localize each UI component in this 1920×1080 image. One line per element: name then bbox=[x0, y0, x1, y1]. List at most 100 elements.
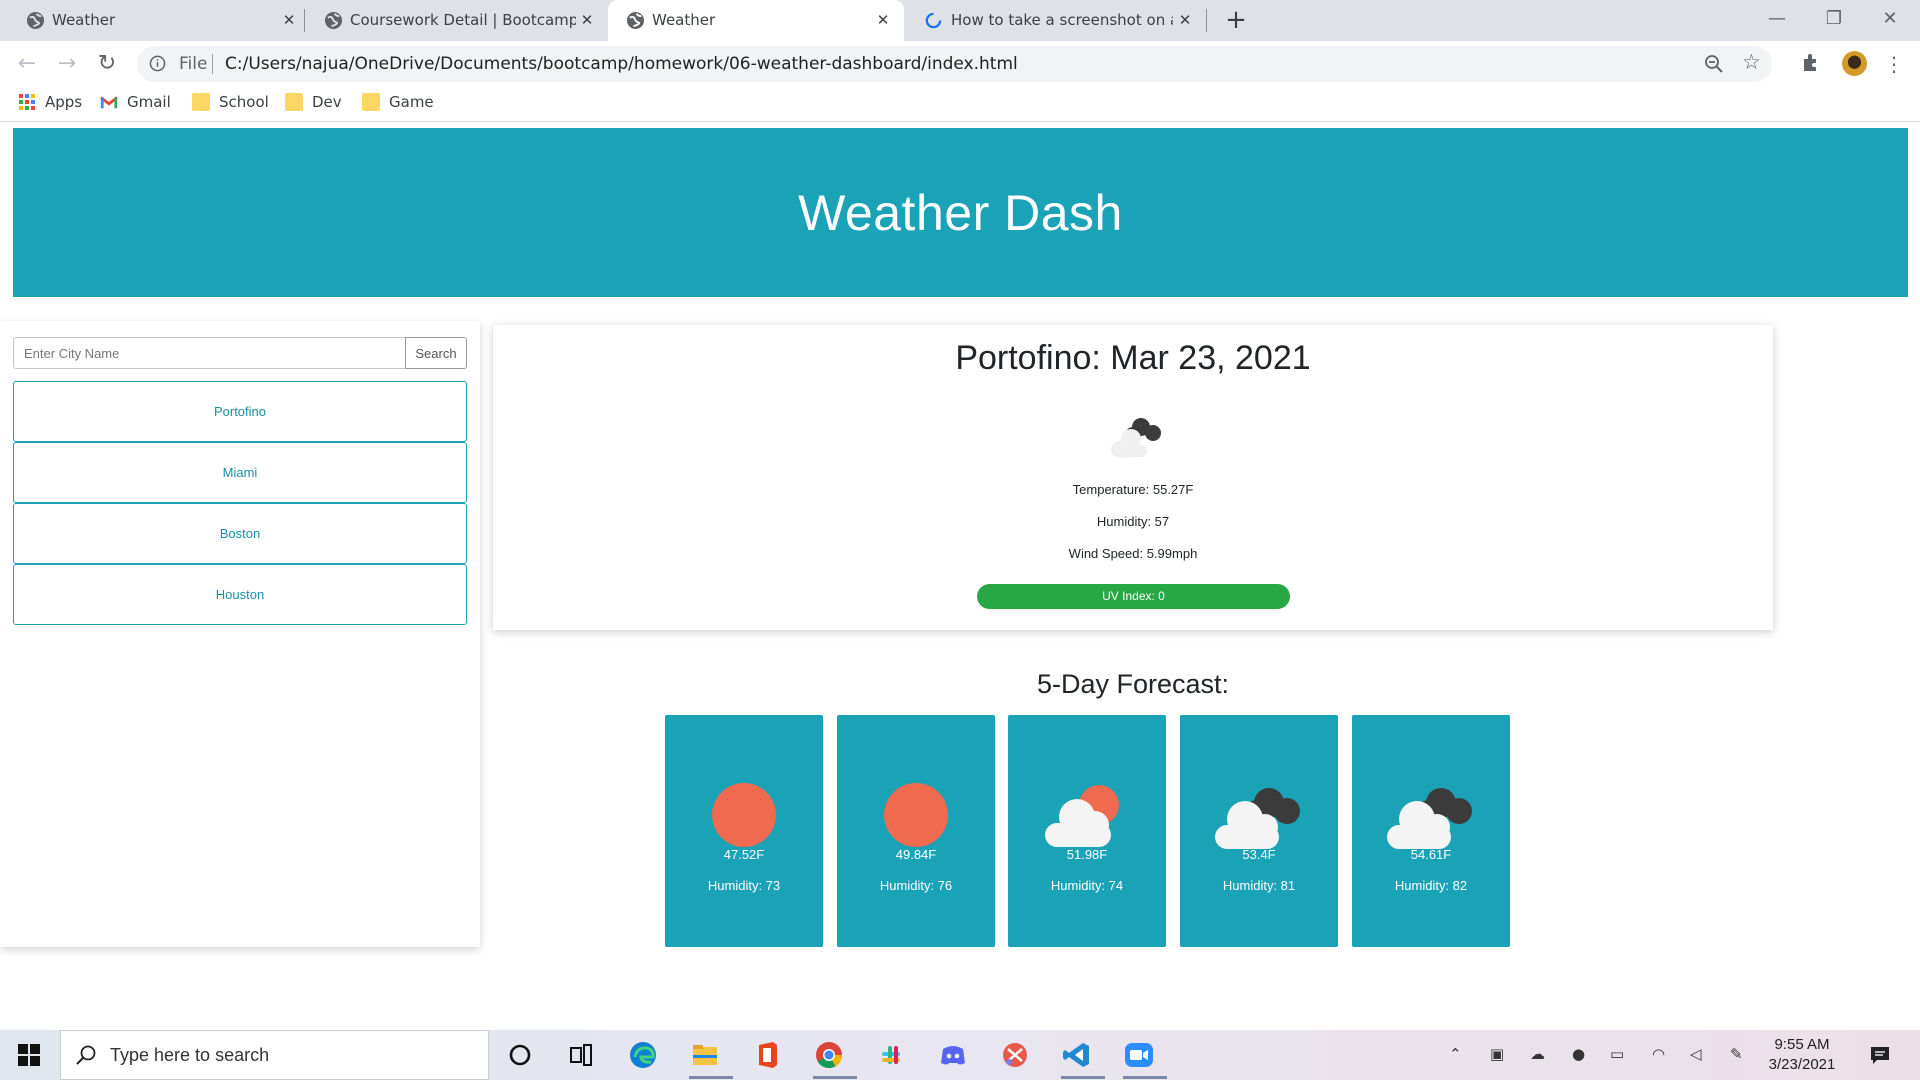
tab-separator bbox=[304, 9, 305, 32]
bookmark-folder-dev[interactable]: Dev bbox=[285, 93, 342, 111]
notifications-icon[interactable] bbox=[1868, 1043, 1892, 1067]
gmail-icon bbox=[100, 96, 118, 109]
edge-icon[interactable] bbox=[627, 1039, 659, 1071]
vscode-icon[interactable] bbox=[1061, 1039, 1093, 1071]
search-button[interactable]: Search bbox=[405, 337, 467, 369]
globe-icon bbox=[324, 11, 343, 30]
close-tab-icon[interactable]: ✕ bbox=[872, 9, 894, 31]
bookmarks-bar: Apps Gmail School Dev Game bbox=[0, 87, 1920, 122]
tab-weather-1[interactable]: Weather ✕ bbox=[8, 0, 305, 41]
forecast-temp: 49.84F bbox=[895, 847, 937, 862]
tab-title: Weather bbox=[652, 11, 716, 29]
partly-cloudy-icon bbox=[1045, 785, 1119, 847]
clock-time: 9:55 AM bbox=[1774, 1036, 1830, 1053]
forecast-temp: 53.4F bbox=[1242, 847, 1276, 862]
slack-icon[interactable] bbox=[875, 1039, 907, 1071]
scheme-label: File bbox=[179, 54, 208, 74]
bookmark-apps[interactable]: Apps bbox=[18, 93, 82, 111]
forward-icon[interactable]: → bbox=[52, 49, 82, 79]
tab-weather-active[interactable]: Weather ✕ bbox=[608, 0, 904, 41]
discord-icon[interactable] bbox=[937, 1039, 969, 1071]
bookmark-label: Dev bbox=[312, 93, 342, 111]
city-search-input[interactable] bbox=[13, 337, 406, 369]
cortana-icon[interactable] bbox=[504, 1039, 536, 1071]
browser-toolbar: ← → ↻ File C:/Users/najua/OneDrive/Docum… bbox=[0, 41, 1920, 87]
tab-title: How to take a screenshot on any bbox=[951, 11, 1173, 29]
restore-icon[interactable]: ❐ bbox=[1814, 4, 1854, 34]
forecast-card-4: 53.4F Humidity: 81 bbox=[1180, 715, 1338, 947]
folder-icon bbox=[285, 93, 303, 111]
current-wind-speed: Wind Speed: 5.99mph bbox=[1068, 546, 1198, 561]
windows-start-icon[interactable] bbox=[18, 1044, 40, 1066]
cloudy-icon bbox=[1387, 788, 1472, 849]
forecast-card-3: 51.98F Humidity: 74 bbox=[1008, 715, 1166, 947]
bookmark-folder-game[interactable]: Game bbox=[362, 93, 434, 111]
close-window-icon[interactable]: ✕ bbox=[1870, 4, 1910, 34]
more-menu-icon[interactable]: ⋮ bbox=[1884, 52, 1904, 76]
url-text[interactable]: C:/Users/najua/OneDrive/Documents/bootca… bbox=[225, 54, 1018, 74]
back-icon[interactable]: ← bbox=[12, 49, 42, 79]
tray-battery-icon[interactable]: ▭ bbox=[1610, 1045, 1624, 1063]
close-tab-icon[interactable]: ✕ bbox=[278, 9, 300, 31]
tray-camera-icon[interactable]: ▣ bbox=[1490, 1045, 1504, 1063]
reload-icon[interactable]: ↻ bbox=[92, 49, 122, 79]
zoom-icon[interactable] bbox=[1123, 1039, 1155, 1071]
globe-icon bbox=[626, 11, 645, 30]
forecast-temp: 47.52F bbox=[723, 847, 765, 862]
close-tab-icon[interactable]: ✕ bbox=[1174, 9, 1196, 31]
page-viewport: Weather Dash Search Portofino Miami Bost… bbox=[0, 128, 1920, 1028]
forecast-humidity: Humidity: 81 bbox=[1222, 878, 1296, 893]
search-sidebar: Search Portofino Miami Boston Houston bbox=[0, 321, 480, 947]
sun-icon bbox=[712, 783, 776, 847]
tab-title: Coursework Detail | Bootcamp Sp bbox=[350, 11, 576, 29]
tab-coursework[interactable]: Coursework Detail | Bootcamp Sp ✕ bbox=[306, 0, 602, 41]
forecast-card-2: 49.84F Humidity: 76 bbox=[837, 715, 995, 947]
tray-pen-icon[interactable]: ✎ bbox=[1730, 1045, 1743, 1063]
forecast-temp: 54.61F bbox=[1410, 847, 1452, 862]
chrome-icon[interactable] bbox=[813, 1039, 845, 1071]
snip-icon[interactable] bbox=[999, 1039, 1031, 1071]
address-bar[interactable]: File C:/Users/najua/OneDrive/Documents/b… bbox=[137, 46, 1772, 82]
page-title: Weather Dash bbox=[798, 185, 1123, 241]
current-weather-card: Portofino: Mar 23, 2021 Temperature: 55.… bbox=[493, 325, 1773, 630]
running-indicator bbox=[1061, 1076, 1105, 1079]
folder-icon bbox=[192, 93, 210, 111]
current-temperature: Temperature: 55.27F bbox=[1072, 482, 1194, 497]
bookmark-star-icon[interactable]: ☆ bbox=[1742, 50, 1761, 74]
minimize-icon[interactable]: — bbox=[1757, 4, 1797, 34]
taskbar-search-placeholder: Type here to search bbox=[110, 1045, 270, 1065]
running-indicator bbox=[689, 1076, 733, 1079]
history-city-houston[interactable]: Houston bbox=[13, 564, 467, 625]
tray-volume-icon[interactable]: ◁ bbox=[1690, 1045, 1702, 1063]
bookmark-gmail[interactable]: Gmail bbox=[100, 93, 171, 111]
office-icon[interactable] bbox=[751, 1039, 783, 1071]
taskbar-search-box[interactable]: Type here to search bbox=[60, 1030, 489, 1080]
cloudy-icon bbox=[1111, 418, 1161, 458]
extensions-puzzle-icon[interactable] bbox=[1800, 51, 1822, 73]
tab-strip: Weather ✕ Coursework Detail | Bootcamp S… bbox=[0, 0, 1920, 41]
forecast-heading: 5-Day Forecast: bbox=[1036, 669, 1230, 699]
tray-onedrive-icon[interactable]: ☁ bbox=[1530, 1045, 1545, 1063]
info-icon[interactable] bbox=[149, 55, 166, 72]
file-explorer-icon[interactable] bbox=[689, 1039, 721, 1071]
new-tab-button[interactable]: + bbox=[1221, 6, 1251, 36]
tray-microphone-icon[interactable]: ● bbox=[1572, 1045, 1585, 1063]
header-banner: Weather Dash bbox=[13, 128, 1908, 297]
zoom-out-icon[interactable] bbox=[1704, 54, 1724, 74]
running-indicator bbox=[1123, 1076, 1167, 1079]
tab-separator bbox=[1206, 9, 1207, 32]
tab-screenshot-howto[interactable]: How to take a screenshot on any ✕ bbox=[906, 0, 1207, 41]
sun-icon bbox=[884, 783, 948, 847]
history-city-portofino[interactable]: Portofino bbox=[13, 381, 467, 442]
history-city-boston[interactable]: Boston bbox=[13, 503, 467, 564]
bookmark-folder-school[interactable]: School bbox=[192, 93, 269, 111]
tray-overflow-icon[interactable]: ⌃ bbox=[1449, 1045, 1462, 1063]
profile-avatar[interactable] bbox=[1842, 51, 1867, 76]
tray-wifi-icon[interactable]: ◠ bbox=[1652, 1045, 1665, 1063]
bookmark-label: Apps bbox=[45, 93, 83, 111]
system-clock[interactable]: 9:55 AM 3/23/2021 bbox=[1752, 1035, 1852, 1075]
history-city-miami[interactable]: Miami bbox=[13, 442, 467, 503]
forecast-card-1: 47.52F Humidity: 73 bbox=[665, 715, 823, 947]
task-view-icon[interactable] bbox=[565, 1039, 597, 1071]
close-tab-icon[interactable]: ✕ bbox=[576, 9, 598, 31]
